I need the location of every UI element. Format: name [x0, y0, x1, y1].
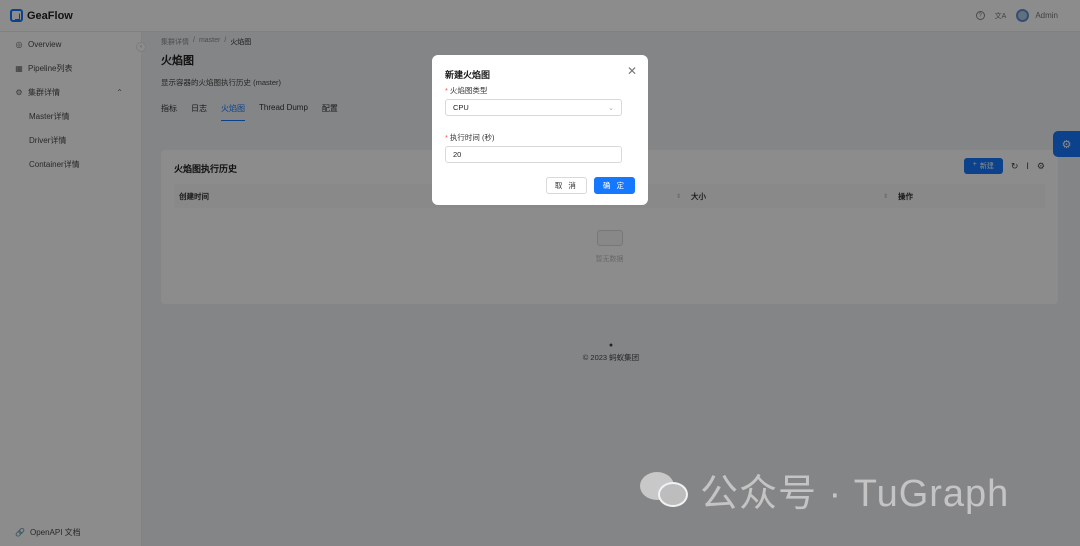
chevron-down-icon: ⌄ [608, 104, 614, 112]
modal-actions: 取 消 确 定 [545, 177, 635, 194]
duration-input[interactable]: 20 [445, 146, 622, 163]
ok-button[interactable]: 确 定 [593, 177, 635, 194]
new-flamegraph-modal: 新建火焰图 ✕ * 火焰图类型 CPU ⌄ * 执行时间 (秒) 20 取 消 确 … [432, 55, 648, 205]
flamegraph-type-select[interactable]: CPU ⌄ [445, 99, 622, 116]
select-value: CPU [453, 103, 469, 112]
watermark: 公众号 · TuGraph [640, 462, 1009, 517]
cancel-button[interactable]: 取 消 [545, 177, 587, 194]
watermark-text: 公众号 · TuGraph [700, 473, 1010, 515]
wechat-icon [640, 470, 692, 510]
app-root: GeaFlow ? 文A Admin ‹ ◎ Overview ▦ Pipeli… [0, 0, 1080, 546]
required-mark: * [445, 86, 448, 95]
modal-title: 新建火焰图 [445, 70, 491, 80]
type-label: * 火焰图类型 [445, 86, 488, 95]
duration-label: * 执行时间 (秒) [445, 133, 495, 142]
close-icon[interactable]: ✕ [627, 64, 637, 78]
required-mark: * [445, 133, 448, 142]
input-value: 20 [453, 150, 462, 159]
